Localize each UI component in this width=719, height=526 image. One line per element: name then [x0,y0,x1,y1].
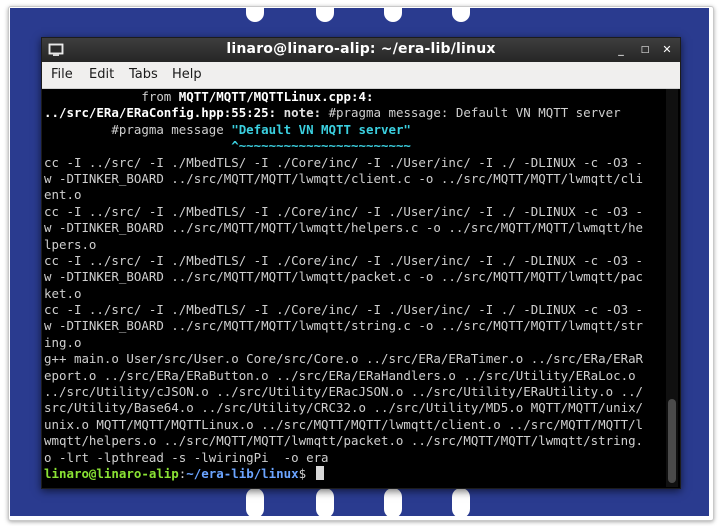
terminal-highlight: "Default VN MQTT server" [231,121,411,137]
terminal-text: #pragma message [44,121,232,137]
terminal-line: ing.o [44,334,82,350]
terminal-line: cc -I ../src/ -I ./MbedTLS/ -I ./Core/in… [44,252,644,268]
terminal-window[interactable]: linaro@linaro-alip: ~/era-lib/linux _ □ … [41,37,681,489]
desktop-decoration [246,488,264,516]
terminal-line: unix.o MQTT/MQTT/MQTTLinux.o ../src/MQTT… [44,416,644,432]
desktop-decoration [316,8,334,22]
terminal-line: w -DTINKER_BOARD ../src/MQTT/MQTT/lwmqtt… [44,220,644,236]
terminal-text: from [44,89,179,104]
terminal-line: o -lrt -lpthread -s -lwiringPi -o era [44,449,329,465]
desktop-decoration [246,8,264,22]
terminal-text: ../src/ERa/ERaConfig.hpp:55:25: [44,105,284,121]
terminal-line: cc -I ../src/ -I ./MbedTLS/ -I ./Core/in… [44,154,644,170]
terminal-line: wmqtt/helpers.o ../src/MQTT/MQTT/lwmqtt/… [44,433,644,449]
desktop-decoration [316,488,334,516]
title-bar[interactable]: linaro@linaro-alip: ~/era-lib/linux _ □ … [42,38,680,62]
scrollbar-thumb[interactable] [668,399,676,483]
terminal-line: w -DTINKER_BOARD ../src/MQTT/MQTT/lwmqtt… [44,318,644,334]
desktop-decoration [452,488,470,516]
terminal-line: w -DTINKER_BOARD ../src/MQTT/MQTT/lwmqtt… [44,170,644,186]
minimize-button[interactable]: _ [614,43,628,57]
maximize-button[interactable]: □ [638,43,652,57]
window-title: linaro@linaro-alip: ~/era-lib/linux [226,41,496,57]
close-button[interactable]: ✕ [660,43,674,57]
menu-tabs[interactable]: Tabs [129,67,158,82]
menu-bar: File Edit Tabs Help [42,62,680,89]
terminal-line: ../src/ERa/ERaConfig.hpp:55:25: note: #p… [44,105,662,121]
terminal-line: ../src/Utility/cJSON.o ../src/Utility/ER… [44,384,644,400]
terminal-line: ent.o [44,187,82,203]
shell-prompt[interactable]: linaro@linaro-alip:~/era-lib/linux$ [44,465,662,482]
terminal-line: g++ main.o User/src/User.o Core/src/Core… [44,351,644,367]
terminal-line: cc -I ../src/ -I ./MbedTLS/ -I ./Core/in… [44,302,644,318]
terminal-line: from MQTT/MQTT/MQTTLinux.cpp:4: [44,89,662,105]
terminal-text: MQTT/MQTT/MQTTLinux.cpp:4: [178,89,374,104]
terminal-line: ^~~~~~~~~~~~~~~~~~~~~~~~ [44,138,662,154]
terminal-line: w -DTINKER_BOARD ../src/MQTT/MQTT/lwmqtt… [44,269,644,285]
menu-file[interactable]: File [51,67,73,82]
menu-edit[interactable]: Edit [89,67,114,82]
desktop-decoration [384,488,402,516]
prompt-user: linaro@linaro-alip [44,465,179,481]
terminal-text: #pragma message: Default VN MQTT server [328,105,621,121]
terminal-line: #pragma message "Default VN MQTT server" [44,122,662,138]
terminal-line: src/Utility/Base64.o ../src/Utility/CRC3… [44,400,644,416]
desktop-decoration [384,8,402,22]
prompt-symbol: $ [298,465,314,481]
prompt-path: ~/era-lib/linux [186,465,299,481]
terminal-line: eport.o ../src/ERa/ERaButton.o ../src/ER… [44,367,636,383]
terminal-output[interactable]: from MQTT/MQTT/MQTTLinux.cpp:4: ../src/E… [44,89,662,488]
terminal-line: cc -I ../src/ -I ./MbedTLS/ -I ./Core/in… [44,203,644,219]
terminal-line: lpers.o [44,236,97,252]
scrollbar[interactable] [666,89,678,487]
terminal-line: ket.o [44,285,82,301]
terminal-note: note: [283,105,329,121]
text-cursor [315,465,324,480]
desktop-decoration [452,8,470,22]
terminal-highlight: ^~~~~~~~~~~~~~~~~~~~~~~~ [231,138,411,154]
menu-help[interactable]: Help [172,67,202,82]
